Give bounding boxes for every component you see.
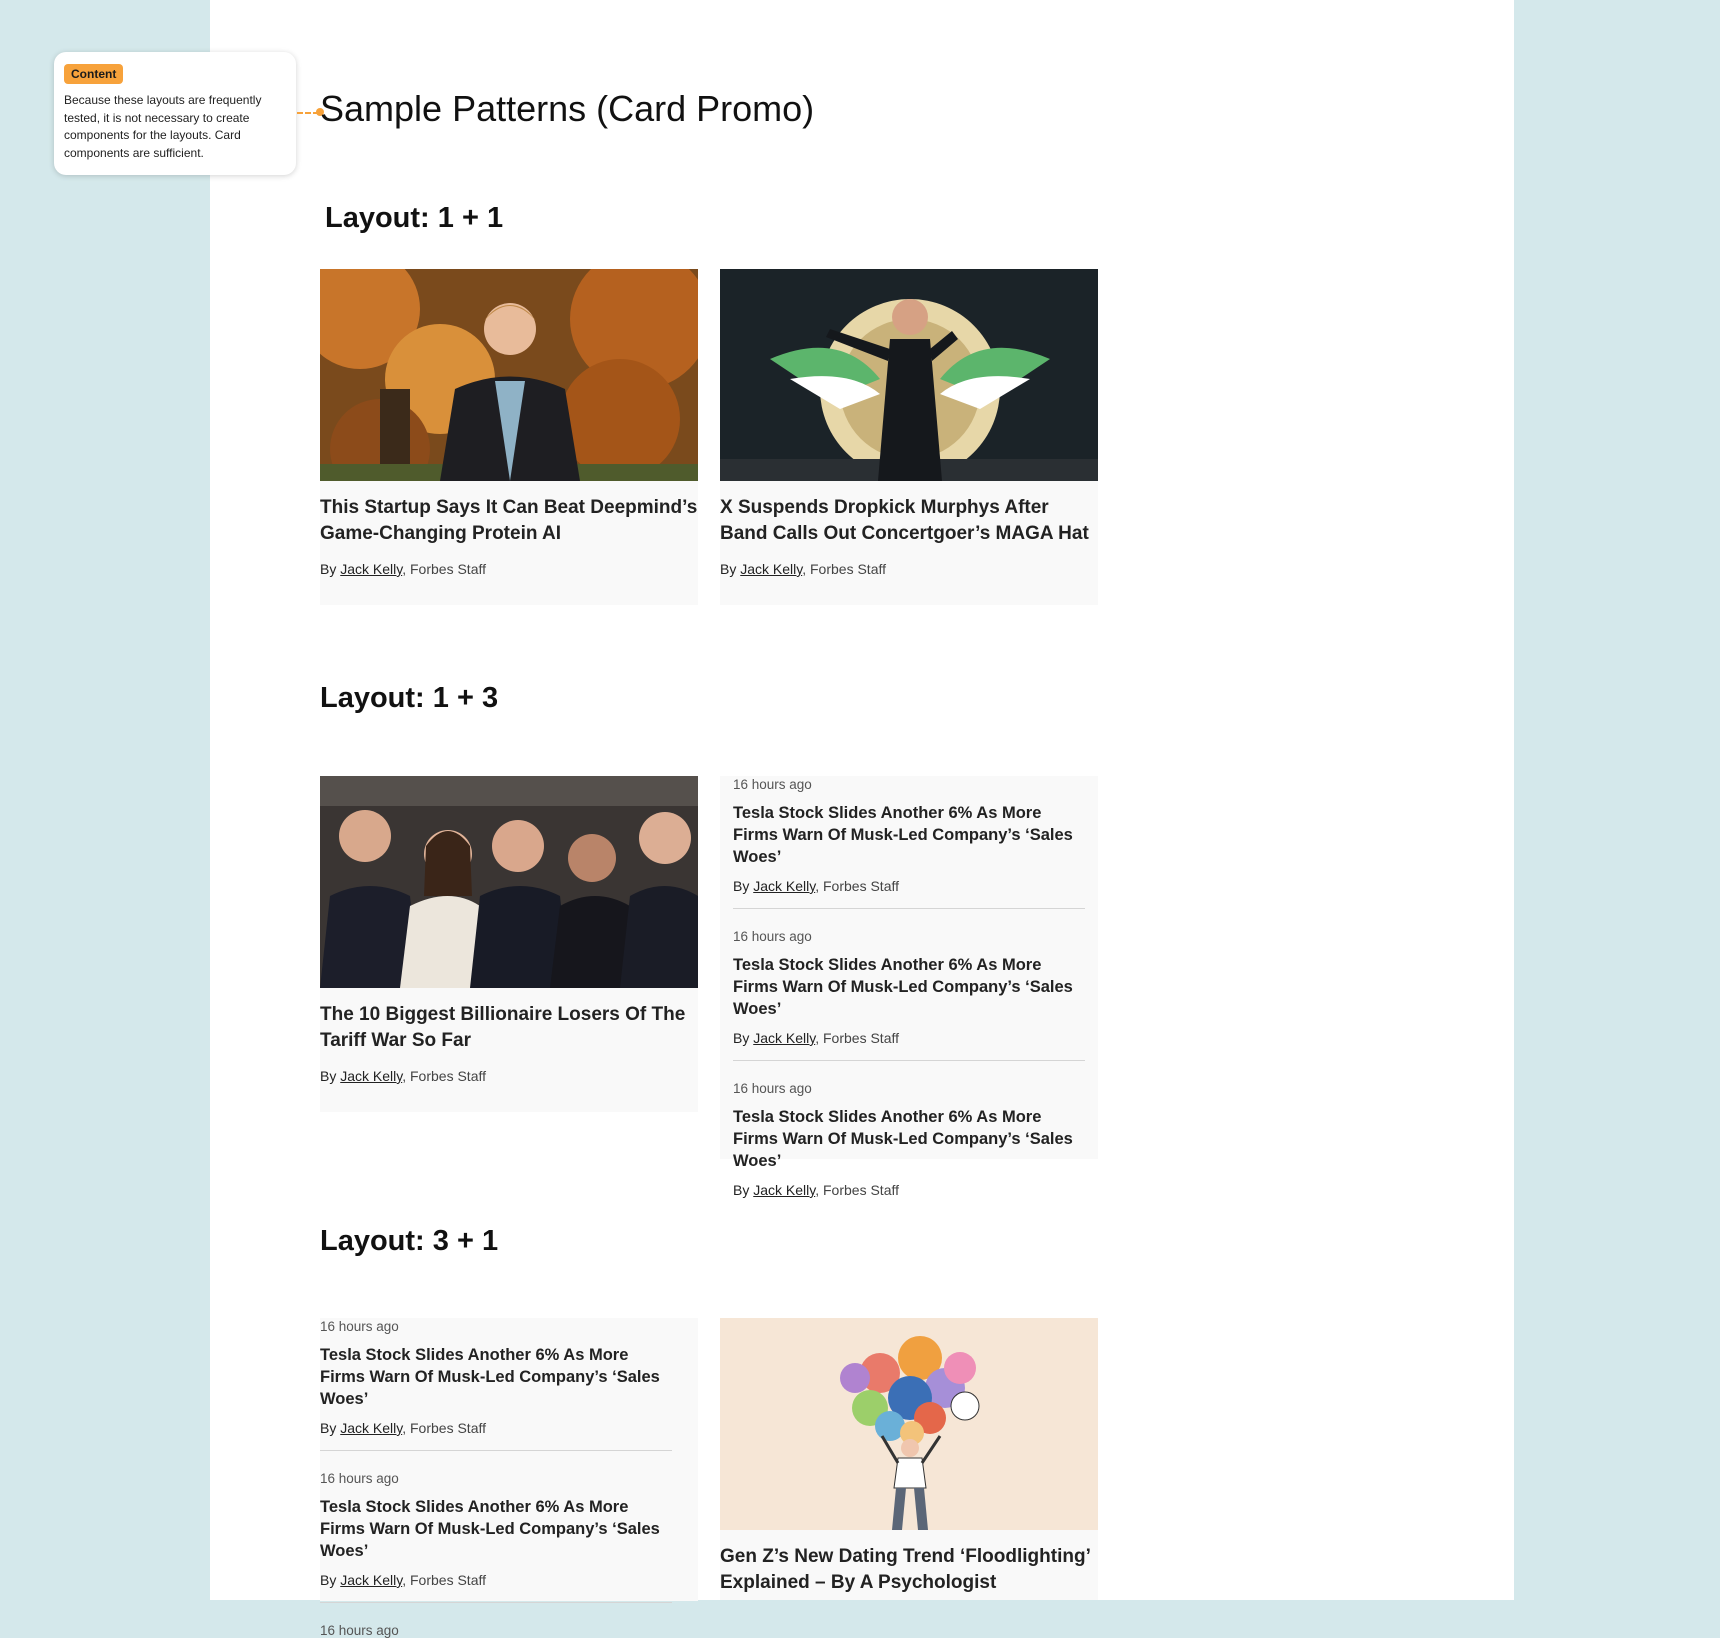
author-link[interactable]: Jack Kelly (753, 878, 815, 894)
byline-staff: , Forbes Staff (402, 1572, 486, 1588)
card-promo[interactable]: Gen Z’s New Dating Trend ‘Floodlighting’… (720, 1318, 1098, 1600)
byline: By Jack Kelly, Forbes Staff (320, 561, 698, 577)
byline: By Jack Kelly, Forbes Staff (733, 878, 1085, 894)
author-link[interactable]: Jack Kelly (753, 1030, 815, 1046)
divider (320, 1602, 672, 1603)
man-autumn-tree-photo (320, 269, 698, 481)
timestamp: 16 hours ago (320, 1471, 399, 1486)
byline-staff: , Forbes Staff (815, 1030, 899, 1046)
note-tag: Content (64, 64, 124, 84)
list-headline[interactable]: Tesla Stock Slides Another 6% As More Fi… (320, 1344, 672, 1410)
byline: By Jack Kelly, Forbes Staff (320, 1572, 672, 1588)
author-link[interactable]: Jack Kelly (753, 1182, 815, 1198)
timestamp: 16 hours ago (733, 777, 812, 792)
list-headline[interactable]: Tesla Stock Slides Another 6% As More Fi… (733, 802, 1085, 868)
balloons-illustration (720, 1318, 1098, 1530)
byline-by: By (320, 1420, 337, 1436)
list-item[interactable]: 16 hours ago Tesla Stock Slides Another … (320, 1319, 698, 1436)
author-link[interactable]: Jack Kelly (340, 1572, 402, 1588)
billionaires-group-photo (320, 776, 698, 988)
note-text: Because these layouts are frequently tes… (64, 93, 262, 160)
byline: By Jack Kelly, Forbes Staff (720, 561, 1098, 577)
author-link[interactable]: Jack Kelly (340, 1068, 402, 1084)
byline-staff: , Forbes Staff (802, 561, 886, 577)
card-promo[interactable]: This Startup Says It Can Beat Deepmind’s… (320, 269, 698, 605)
card-headline[interactable]: Gen Z’s New Dating Trend ‘Floodlighting’… (720, 1544, 1098, 1596)
byline-by: By (733, 1182, 750, 1198)
byline-by: By (733, 878, 750, 894)
card-promo[interactable]: X Suspends Dropkick Murphys After Band C… (720, 269, 1098, 605)
list-headline[interactable]: Tesla Stock Slides Another 6% As More Fi… (320, 1496, 672, 1562)
card-promo[interactable]: The 10 Biggest Billionaire Losers Of The… (320, 776, 698, 1112)
author-link[interactable]: Jack Kelly (340, 1420, 402, 1436)
byline: By Jack Kelly, Forbes Staff (320, 1068, 698, 1084)
singer-on-stage-photo (720, 269, 1098, 481)
byline-staff: , Forbes Staff (815, 878, 899, 894)
list-item[interactable]: 16 hours ago Tesla Stock Slides Another … (720, 1081, 1098, 1198)
list-item[interactable]: 16 hours ago Tesla Stock Slides Another … (720, 777, 1098, 894)
timestamp: 16 hours ago (320, 1319, 399, 1334)
timestamp: 16 hours ago (320, 1623, 399, 1638)
section-title-1-1: Layout: 1 + 1 (325, 202, 504, 234)
byline-by: By (320, 1068, 337, 1084)
divider (320, 1450, 672, 1451)
section-title-1-3: Layout: 1 + 3 (320, 682, 499, 714)
divider (733, 908, 1085, 909)
timestamp: 16 hours ago (733, 1081, 812, 1096)
story-list: 16 hours ago Tesla Stock Slides Another … (320, 1318, 698, 1638)
byline-staff: , Forbes Staff (402, 561, 486, 577)
divider (733, 1060, 1085, 1061)
timestamp: 16 hours ago (733, 929, 812, 944)
list-item[interactable]: 16 hours ago Tesla Stock Slides Another … (320, 1471, 698, 1588)
byline-staff: , Forbes Staff (402, 1420, 486, 1436)
annotation-note: Content Because these layouts are freque… (54, 52, 296, 175)
list-headline[interactable]: Tesla Stock Slides Another 6% As More Fi… (733, 1106, 1085, 1172)
page-title: Sample Patterns (Card Promo) (320, 88, 815, 129)
card-headline[interactable]: The 10 Biggest Billionaire Losers Of The… (320, 1002, 698, 1054)
byline: By Jack Kelly, Forbes Staff (733, 1030, 1085, 1046)
byline-by: By (720, 561, 737, 577)
author-link[interactable]: Jack Kelly (740, 561, 802, 577)
byline-by: By (320, 1572, 337, 1588)
byline-staff: , Forbes Staff (815, 1182, 899, 1198)
story-list: 16 hours ago Tesla Stock Slides Another … (720, 776, 1098, 1198)
byline-staff: , Forbes Staff (402, 1068, 486, 1084)
card-headline[interactable]: X Suspends Dropkick Murphys After Band C… (720, 495, 1098, 547)
byline-by: By (320, 561, 337, 577)
section-title-3-1: Layout: 3 + 1 (320, 1225, 499, 1257)
byline-by: By (733, 1030, 750, 1046)
byline: By Jack Kelly, Forbes Staff (320, 1420, 672, 1436)
list-headline[interactable]: Tesla Stock Slides Another 6% As More Fi… (733, 954, 1085, 1020)
author-link[interactable]: Jack Kelly (340, 561, 402, 577)
byline: By Jack Kelly, Forbes Staff (733, 1182, 1085, 1198)
list-item[interactable]: 16 hours ago Tesla Stock Slides Another … (720, 929, 1098, 1046)
list-item[interactable]: 16 hours ago (320, 1623, 698, 1638)
card-headline[interactable]: This Startup Says It Can Beat Deepmind’s… (320, 495, 698, 547)
